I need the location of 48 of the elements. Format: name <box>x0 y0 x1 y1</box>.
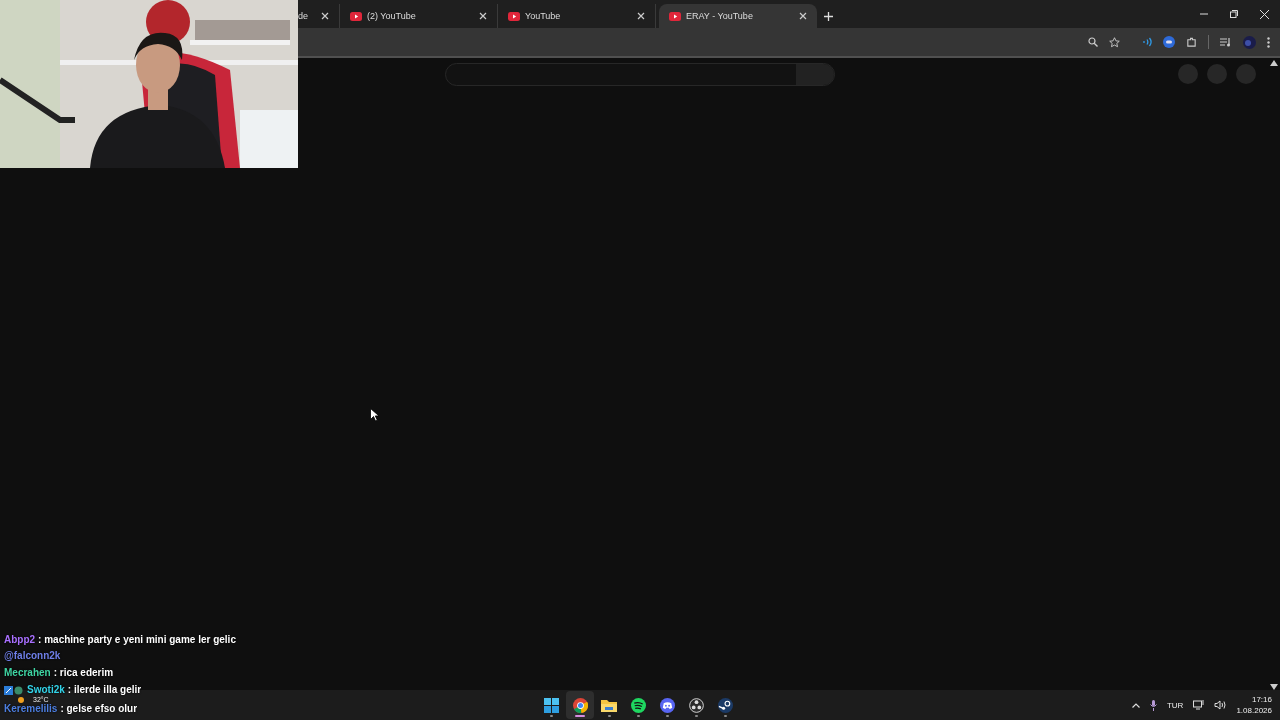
extension-icon[interactable] <box>1163 36 1175 48</box>
sound-wave-icon[interactable] <box>1142 37 1152 47</box>
more-menu-icon[interactable] <box>1267 36 1270 48</box>
minimize-icon[interactable] <box>1200 10 1208 18</box>
chat-message: : rica ederim <box>53 668 114 678</box>
tray-overflow-icon[interactable] <box>1131 702 1140 708</box>
date-label: 1.08.2026 <box>1236 705 1272 716</box>
close-icon[interactable] <box>637 12 645 20</box>
mouse-cursor-icon <box>370 408 379 422</box>
chat-message: : ilerde illa gelir <box>67 685 142 695</box>
scroll-up-icon[interactable] <box>1270 60 1278 66</box>
weather-icon <box>18 697 24 703</box>
search-field[interactable] <box>445 63 835 86</box>
chat-username: @falconn2k <box>4 651 61 661</box>
media-control-icon[interactable] <box>1220 37 1232 47</box>
chrome-icon[interactable] <box>572 697 588 713</box>
close-icon[interactable] <box>799 12 807 20</box>
chat-username: Abpp2 <box>4 634 36 645</box>
taskbar-app[interactable] <box>566 691 594 719</box>
clock[interactable]: 17:16 1.08.2026 <box>1236 694 1272 716</box>
microphone-icon[interactable] <box>1149 699 1157 711</box>
loading-placeholder <box>1178 64 1198 84</box>
new-tab-icon[interactable] <box>823 11 833 21</box>
chat-username: Mecrahen <box>4 668 51 678</box>
folder-icon[interactable] <box>601 698 617 712</box>
restore-icon[interactable] <box>1230 10 1238 18</box>
chat-username: Keremelilis <box>4 704 58 714</box>
network-icon[interactable] <box>1193 700 1205 710</box>
obs-icon[interactable] <box>688 697 704 713</box>
browser-tab[interactable]: ERAY - YouTube <box>659 4 817 28</box>
time-label: 17:16 <box>1251 694 1272 705</box>
loading-placeholder <box>1236 64 1256 84</box>
language-indicator[interactable]: TUR <box>1166 700 1184 710</box>
steam-icon[interactable] <box>717 697 733 713</box>
discord-icon[interactable] <box>659 697 675 713</box>
puzzle-icon[interactable] <box>1186 36 1197 48</box>
zoom-icon[interactable] <box>1088 37 1098 47</box>
windows-start-icon[interactable] <box>543 697 559 713</box>
close-icon[interactable] <box>321 12 329 20</box>
bookmark-star-icon[interactable] <box>1109 36 1120 48</box>
loading-placeholder <box>1207 64 1227 84</box>
spotify-icon[interactable] <box>630 697 646 713</box>
chat-message: : machine party e yeni mini game ler gelic <box>38 634 236 645</box>
chat-username: Swoti2k <box>27 685 65 695</box>
chat-message: : gelse efso olur <box>60 704 138 714</box>
close-icon[interactable] <box>479 12 487 20</box>
close-icon[interactable] <box>1260 9 1269 19</box>
speaker-icon[interactable] <box>1214 700 1227 710</box>
